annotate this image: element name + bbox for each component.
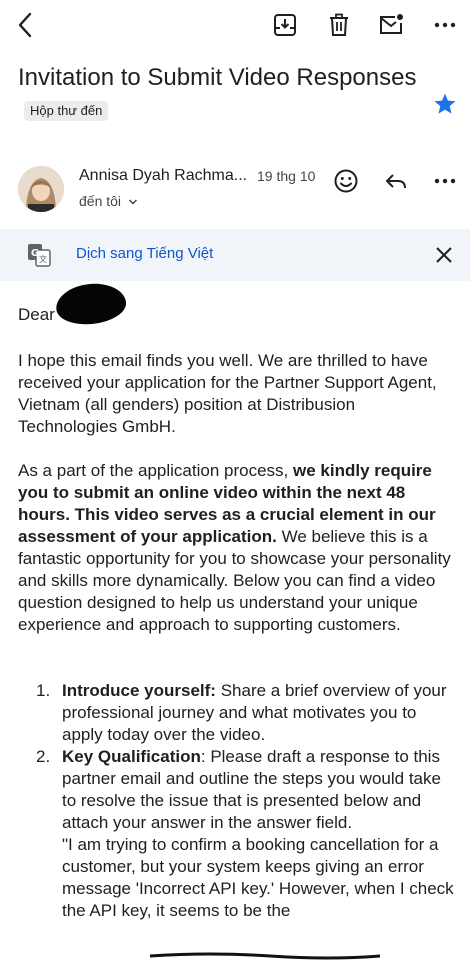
list-item: 2. Key Qualification: Please draft a res…	[36, 746, 458, 922]
reply-icon[interactable]	[383, 168, 409, 194]
star-icon[interactable]	[433, 92, 457, 116]
folder-badge[interactable]: Hộp thư đến	[24, 100, 109, 121]
avatar[interactable]	[18, 166, 64, 212]
emoji-reaction-icon[interactable]	[333, 168, 359, 194]
item-title: Key Qualification	[62, 747, 201, 766]
more-options-icon[interactable]	[432, 12, 458, 38]
email-body: Dear I hope this email finds you well. W…	[18, 280, 458, 922]
greeting-line: Dear	[18, 280, 458, 334]
translate-bar: G 文 Dịch sang Tiếng Việt	[0, 229, 470, 281]
close-icon[interactable]	[434, 245, 454, 265]
scribble-mark	[150, 952, 380, 960]
redaction-mark	[54, 280, 128, 328]
item-title: Introduce yourself:	[62, 681, 216, 700]
translate-icon: G 文	[28, 244, 51, 267]
sender-more-icon[interactable]	[432, 168, 458, 194]
chevron-down-icon	[128, 199, 137, 205]
paragraph-request: As a part of the application process, we…	[18, 460, 458, 636]
svg-text:文: 文	[39, 254, 47, 264]
recipient-label: đến tôi	[79, 193, 122, 209]
list-item: 1. Introduce yourself: Share a brief ove…	[36, 680, 458, 746]
greeting: Dear	[18, 305, 55, 324]
svg-text:G: G	[31, 248, 39, 259]
email-subject: Invitation to Submit Video Responses Hộp …	[18, 60, 418, 130]
request-lead: As a part of the application process,	[18, 461, 293, 480]
partner-quote: "I am trying to confirm a booking cancel…	[62, 835, 454, 920]
list-number: 1.	[36, 681, 51, 700]
question-list: 1. Introduce yourself: Share a brief ove…	[18, 680, 458, 922]
recipient-toggle[interactable]: đến tôi	[79, 193, 138, 209]
translate-link[interactable]: Dịch sang Tiếng Việt	[76, 245, 213, 262]
mark-unread-icon[interactable]	[378, 12, 404, 38]
back-arrow-icon[interactable]	[12, 10, 40, 40]
top-toolbar	[0, 0, 470, 50]
paragraph-intro: I hope this email finds you well. We are…	[18, 351, 437, 436]
archive-icon[interactable]	[272, 12, 298, 38]
trash-icon[interactable]	[326, 12, 352, 38]
sender-date: 19 thg 10	[257, 168, 316, 184]
list-number: 2.	[36, 747, 51, 766]
sender-row: Annisa Dyah Rachma... 19 thg 10 đến tôi	[18, 162, 458, 218]
subject-title: Invitation to Submit Video Responses	[18, 64, 417, 91]
sender-name[interactable]: Annisa Dyah Rachma...	[79, 167, 247, 185]
